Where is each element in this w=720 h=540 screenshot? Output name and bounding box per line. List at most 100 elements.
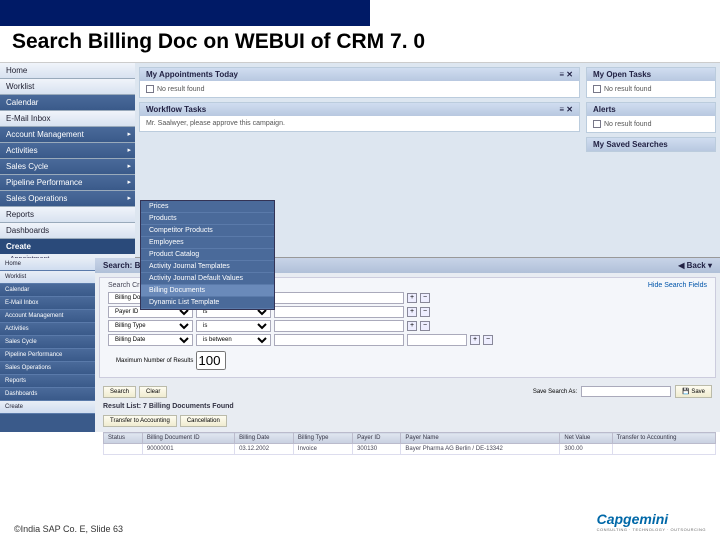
- submenu-prices[interactable]: Prices: [141, 201, 274, 213]
- panel-saved-searches: My Saved Searches: [586, 137, 716, 152]
- nav2-calendar[interactable]: Calendar: [0, 284, 95, 297]
- panel-title: My Appointments Today: [146, 70, 238, 79]
- col-header[interactable]: Status: [104, 433, 143, 444]
- field-select[interactable]: Billing Date: [108, 334, 193, 346]
- operator-select[interactable]: is: [196, 320, 271, 332]
- nav-item-dashboards[interactable]: Dashboards: [0, 223, 135, 239]
- remove-row-icon[interactable]: −: [483, 335, 493, 345]
- grid-icon: [593, 120, 601, 128]
- cell: 03.12.2002: [235, 444, 294, 455]
- cell: [612, 444, 715, 455]
- nav2-home[interactable]: Home: [0, 258, 95, 271]
- value-input[interactable]: [274, 334, 404, 346]
- value-input[interactable]: [274, 320, 404, 332]
- cell: 90000001: [142, 444, 234, 455]
- add-row-icon[interactable]: +: [470, 335, 480, 345]
- remove-row-icon[interactable]: −: [420, 293, 430, 303]
- operator-select[interactable]: is between: [196, 334, 271, 346]
- submenu-competitor-products[interactable]: Competitor Products: [141, 225, 274, 237]
- nav-item-worklist[interactable]: Worklist: [0, 79, 135, 95]
- nav-item-activities[interactable]: Activities▸: [0, 143, 135, 159]
- nav-item-sales-operations[interactable]: Sales Operations▸: [0, 191, 135, 207]
- cell: Bayer Pharma AG Berlin / DE-13342: [401, 444, 560, 455]
- submenu-employees[interactable]: Employees: [141, 237, 274, 249]
- panel-open-tasks: My Open Tasks No result found: [586, 67, 716, 98]
- criteria-row: Billing Dateis between +−: [108, 334, 707, 346]
- panel-title: My Saved Searches: [587, 138, 715, 151]
- result-count: Result List: 7 Billing Documents Found: [95, 401, 720, 412]
- panel-text: No result found: [157, 86, 204, 93]
- nav-item-calendar[interactable]: Calendar: [0, 95, 135, 111]
- nav-item-account-management[interactable]: Account Management▸: [0, 127, 135, 143]
- max-results-input[interactable]: [196, 351, 226, 370]
- col-header[interactable]: Net Value: [560, 433, 612, 444]
- value-input[interactable]: [274, 306, 404, 318]
- toolbar-transfer-to-accounting[interactable]: Transfer to Accounting: [103, 415, 177, 427]
- nav2-activities[interactable]: Activities: [0, 323, 95, 336]
- value-input[interactable]: [274, 292, 404, 304]
- nav2-create[interactable]: Create: [0, 401, 95, 414]
- panel-title: Alerts: [587, 103, 715, 116]
- cell: [104, 444, 143, 455]
- panel-text: No result found: [604, 121, 651, 128]
- submenu-product-catalog[interactable]: Product Catalog: [141, 249, 274, 261]
- clear-button[interactable]: Clear: [139, 386, 167, 398]
- nav-item-pipeline-performance[interactable]: Pipeline Performance▸: [0, 175, 135, 191]
- max-results-label: Maximum Number of Results: [116, 358, 193, 364]
- panel-text: Mr. Saalwyer, please approve this campai…: [140, 116, 579, 131]
- nav2-worklist[interactable]: Worklist: [0, 271, 95, 284]
- nav2-sales-cycle[interactable]: Sales Cycle: [0, 336, 95, 349]
- remove-row-icon[interactable]: −: [420, 307, 430, 317]
- col-header[interactable]: Billing Date: [235, 433, 294, 444]
- save-as-label: Save Search As:: [533, 389, 577, 395]
- results-table: StatusBilling Document IDBilling DateBil…: [103, 432, 716, 455]
- cell: 300130: [353, 444, 401, 455]
- col-header[interactable]: Payer Name: [401, 433, 560, 444]
- hide-fields-link[interactable]: Hide Search Fields: [648, 282, 707, 289]
- col-header[interactable]: Transfer to Accounting: [612, 433, 715, 444]
- submenu-billing-documents[interactable]: Billing Documents: [141, 285, 274, 297]
- field-select[interactable]: Billing Type: [108, 320, 193, 332]
- panel-workflow: Workflow Tasks ≡ ✕ Mr. Saalwyer, please a…: [139, 102, 580, 132]
- criteria-row: Billing Typeis +−: [108, 320, 707, 332]
- add-row-icon[interactable]: +: [407, 293, 417, 303]
- nav2-e-mail-inbox[interactable]: E-Mail Inbox: [0, 297, 95, 310]
- panel-controls[interactable]: ≡ ✕: [559, 70, 573, 79]
- save-button[interactable]: 💾 Save: [675, 385, 712, 398]
- nav2-dashboards[interactable]: Dashboards: [0, 388, 95, 401]
- cell: Invoice: [293, 444, 352, 455]
- add-row-icon[interactable]: +: [407, 307, 417, 317]
- panel-title: Workflow Tasks: [146, 105, 206, 114]
- nav-item-sales-cycle[interactable]: Sales Cycle▸: [0, 159, 135, 175]
- nav2-pipeline-performance[interactable]: Pipeline Performance: [0, 349, 95, 362]
- nav2-sales-operations[interactable]: Sales Operations: [0, 362, 95, 375]
- back-link[interactable]: ◀ Back ▾: [678, 261, 712, 270]
- left-nav-lower: HomeWorklistCalendarE-Mail InboxAccount …: [0, 258, 95, 432]
- nav-item-reports[interactable]: Reports: [0, 207, 135, 223]
- nav2-account-management[interactable]: Account Management: [0, 310, 95, 323]
- table-row[interactable]: 9000000103.12.2002Invoice300130Bayer Pha…: [104, 444, 716, 455]
- nav-item-e-mail-inbox[interactable]: E-Mail Inbox: [0, 111, 135, 127]
- toolbar-cancellation[interactable]: Cancellation: [180, 415, 227, 427]
- submenu-activity-journal-templates[interactable]: Activity Journal Templates: [141, 261, 274, 273]
- value-input-2[interactable]: [407, 334, 467, 346]
- nav2-reports[interactable]: Reports: [0, 375, 95, 388]
- col-header[interactable]: Payer ID: [353, 433, 401, 444]
- save-as-input[interactable]: [581, 386, 671, 397]
- panel-controls[interactable]: ≡ ✕: [559, 105, 573, 114]
- left-nav: HomeWorklistCalendarE-Mail InboxAccount …: [0, 63, 135, 257]
- add-row-icon[interactable]: +: [407, 321, 417, 331]
- col-header[interactable]: Billing Document ID: [142, 433, 234, 444]
- panel-text: No result found: [604, 86, 651, 93]
- create-header: Create: [0, 239, 135, 254]
- submenu-products[interactable]: Products: [141, 213, 274, 225]
- slide-footer: ©India SAP Co. E, Slide 63: [14, 524, 123, 534]
- search-button[interactable]: Search: [103, 386, 136, 398]
- remove-row-icon[interactable]: −: [420, 321, 430, 331]
- col-header[interactable]: Billing Type: [293, 433, 352, 444]
- submenu-activity-journal-default-values[interactable]: Activity Journal Default Values: [141, 273, 274, 285]
- nav-item-home[interactable]: Home: [0, 63, 135, 79]
- capgemini-logo: Capgemini CONSULTING · TECHNOLOGY · OUTS…: [597, 511, 706, 532]
- page-title: Search Billing Doc on WEBUI of CRM 7. 0: [0, 26, 720, 62]
- submenu-dynamic-list-template[interactable]: Dynamic List Template: [141, 297, 274, 309]
